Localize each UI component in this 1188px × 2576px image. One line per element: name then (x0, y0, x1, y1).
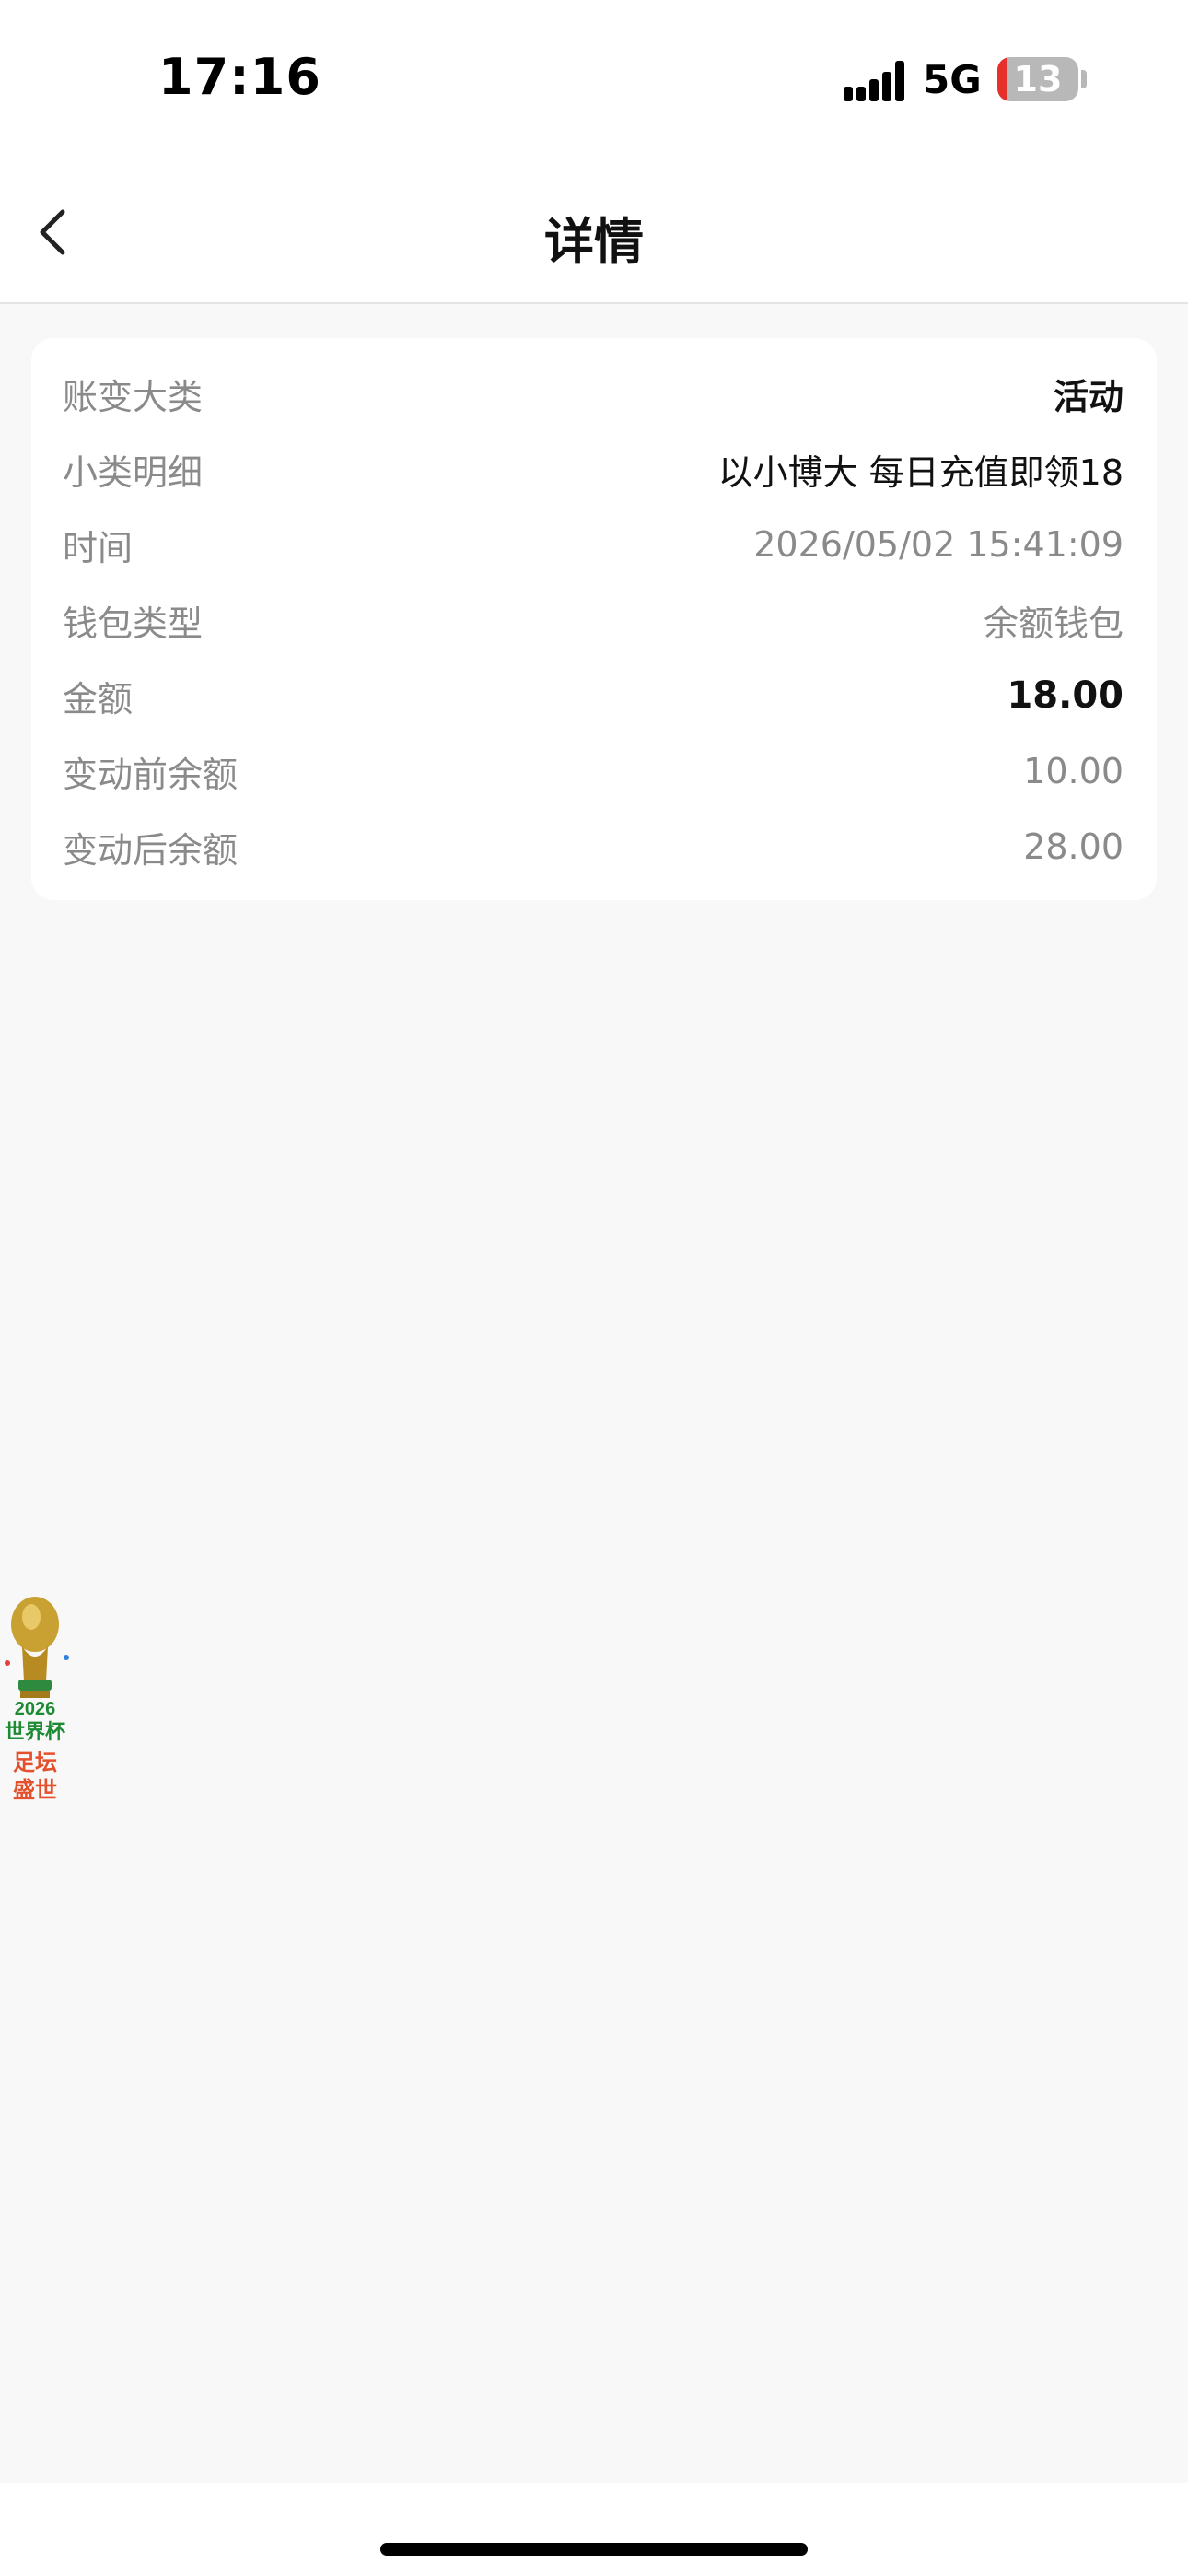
battery-percent: 13 (1013, 59, 1063, 100)
header-area: 17:16 5G 13 详情 (0, 0, 1188, 304)
network-type: 5G (923, 57, 982, 102)
detail-label: 钱包类型 (63, 603, 204, 644)
home-indicator[interactable] (380, 2543, 808, 2556)
detail-value: 余额钱包 (983, 603, 1124, 644)
battery-icon: 13 (997, 57, 1078, 101)
detail-value: 28.00 (1023, 826, 1124, 867)
detail-row-balance-before: 变动前余额 10.00 (63, 744, 1124, 799)
detail-value: 以小博大 每日充值即领18 (717, 451, 1124, 493)
detail-row-amount: 金额 18.00 (63, 668, 1124, 723)
page-title: 详情 (544, 213, 644, 271)
detail-row-balance-after: 变动后余额 28.00 (63, 819, 1124, 874)
detail-row-subcategory: 小类明细 以小博大 每日充值即领18 (63, 441, 1124, 497)
detail-row-wallet-type: 钱包类型 余额钱包 (63, 592, 1124, 648)
detail-row-category: 账变大类 活动 (63, 366, 1124, 421)
transaction-detail-card: 账变大类 活动 小类明细 以小博大 每日充值即领18 时间 2026/05/02… (31, 338, 1157, 900)
page: 17:16 5G 13 详情 账变大类 活动 小类明细 以小博大 每日充值即领1… (0, 0, 1188, 2576)
world-cup-trophy-icon (5, 1597, 69, 1698)
detail-value: 10.00 (1023, 751, 1124, 791)
status-time: 17:16 (158, 48, 321, 106)
detail-label: 小类明细 (63, 451, 204, 493)
detail-value: 18.00 (1007, 674, 1124, 717)
bottom-safe-area (0, 2483, 1188, 2576)
badge-line3: 盛世 (13, 1777, 57, 1803)
badge-year: 2026 (15, 1699, 56, 1719)
detail-label: 账变大类 (63, 376, 204, 417)
detail-label: 时间 (63, 527, 134, 568)
detail-value: 活动 (1053, 376, 1124, 417)
badge-line2: 足坛 (13, 1750, 57, 1775)
badge-line1: 世界杯 (5, 1721, 65, 1744)
battery-cap (1081, 70, 1087, 88)
detail-row-time: 时间 2026/05/02 15:41:09 (63, 517, 1124, 572)
detail-label: 金额 (63, 678, 134, 720)
detail-value: 2026/05/02 15:41:09 (753, 524, 1124, 565)
cellular-signal-icon (844, 61, 906, 101)
world-cup-badge[interactable]: 2026 世界杯 足坛 盛世 (0, 1589, 76, 1820)
detail-label: 变动前余额 (63, 754, 239, 795)
detail-label: 变动后余额 (63, 829, 239, 871)
